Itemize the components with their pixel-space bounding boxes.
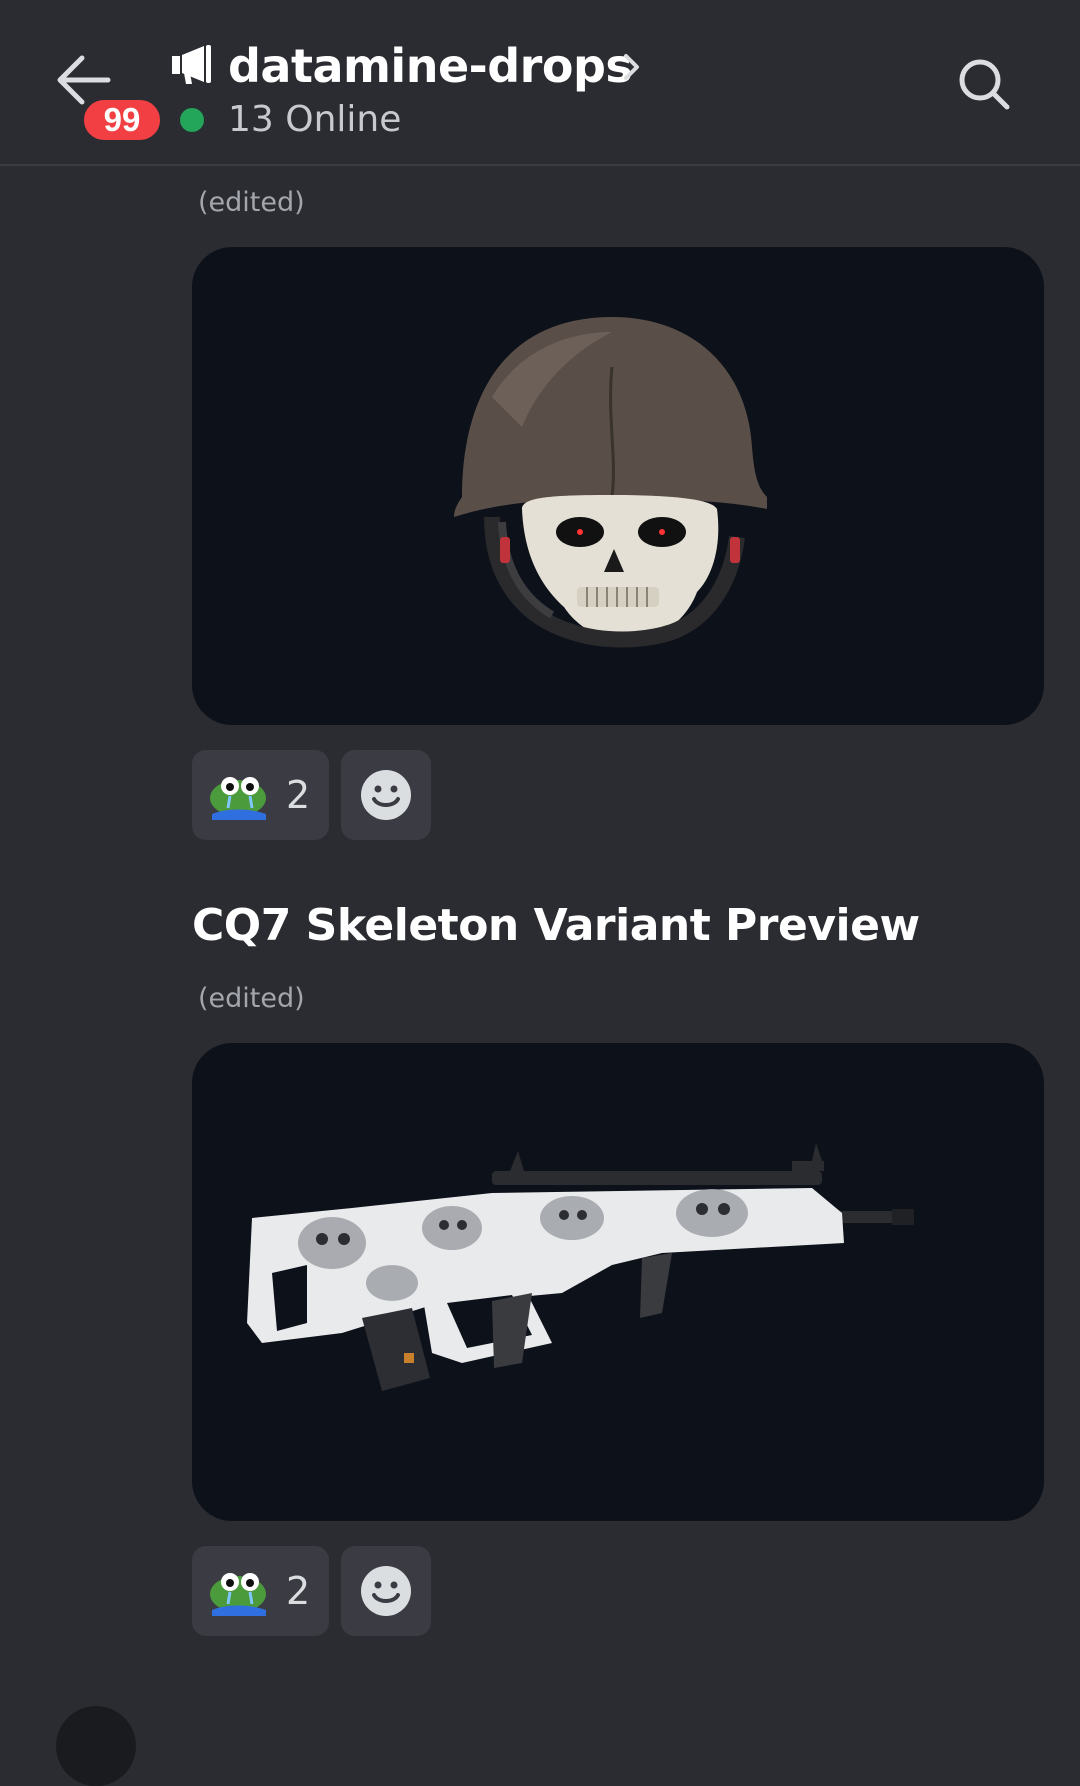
- chevron-right-icon[interactable]: [620, 50, 644, 84]
- reaction-count: 2: [286, 1569, 311, 1613]
- channel-name[interactable]: datamine-drops: [228, 36, 633, 96]
- avatar[interactable]: [56, 1706, 136, 1786]
- megaphone-icon: [172, 45, 211, 84]
- add-reaction-button[interactable]: [341, 1546, 431, 1636]
- online-status-dot: [180, 108, 204, 132]
- post-title: CQ7 Skeleton Variant Preview: [192, 900, 920, 951]
- smile-icon: [361, 1566, 411, 1616]
- channel-header: 99 datamine-drops 13 Online: [0, 0, 1080, 166]
- skull-helmet-image[interactable]: [192, 247, 1044, 725]
- crying-frog-emoji: [210, 1573, 266, 1616]
- edited-label: (edited): [198, 983, 305, 1014]
- add-reaction-button[interactable]: [341, 750, 431, 840]
- reaction-count: 2: [286, 773, 311, 817]
- crying-frog-emoji: [210, 777, 266, 820]
- skeleton-rifle-image[interactable]: [192, 1043, 1044, 1521]
- edited-label: (edited): [198, 187, 305, 218]
- smile-icon: [361, 770, 411, 820]
- search-icon: [959, 59, 1010, 110]
- reaction-button[interactable]: 2: [192, 750, 329, 840]
- search-button[interactable]: [956, 56, 1012, 112]
- unread-badge: 99: [80, 96, 164, 144]
- reaction-button[interactable]: 2: [192, 1546, 329, 1636]
- online-count: 13 Online: [228, 99, 402, 140]
